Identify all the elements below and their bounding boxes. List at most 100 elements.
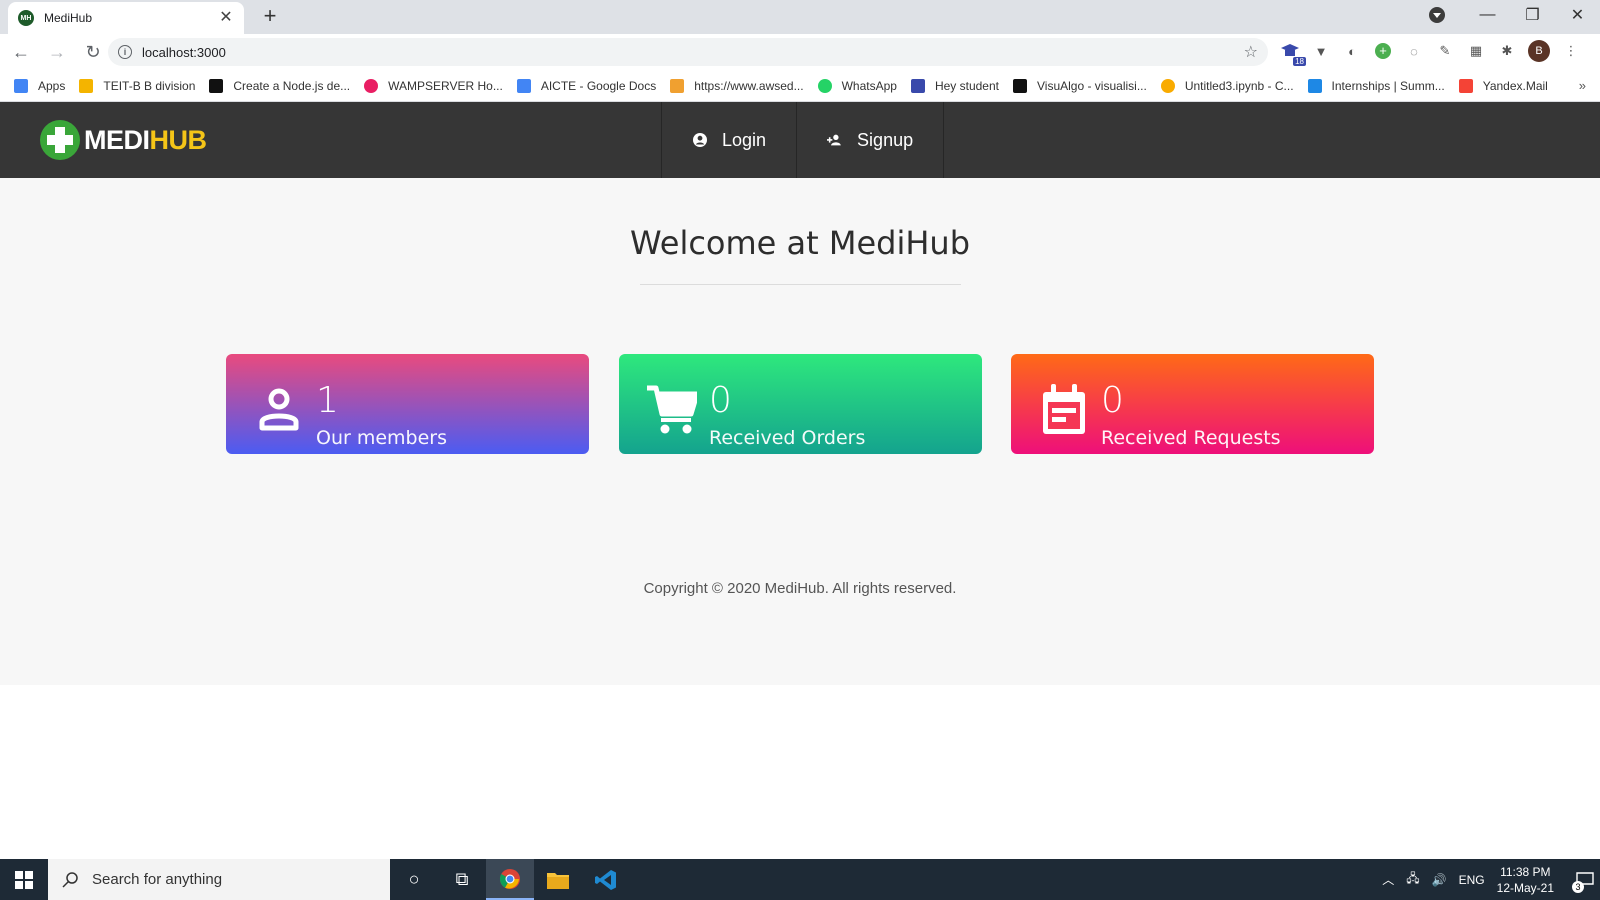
taskbar-search-box[interactable]: Search for anything [48,859,390,900]
bookmark-item[interactable]: Create a Node.js de... [209,78,350,93]
browser-tab[interactable]: MH MediHub ✕ [8,2,244,34]
members-label: Our members [316,427,448,449]
tab-search-icon[interactable] [1429,7,1445,23]
mail-icon [1458,78,1473,93]
clock-date: 12-May-21 [1496,880,1554,895]
bookmark-item[interactable]: Internships | Summ... [1307,78,1445,93]
orders-label: Received Orders [709,427,866,449]
volume-icon[interactable]: 🔊 [1432,873,1447,887]
bookmark-item[interactable]: Untitled3.ipynb - C... [1160,78,1294,93]
extensions-puzzle-icon[interactable]: ✱ [1497,41,1517,61]
user-plus-icon [827,132,843,148]
bookmark-item[interactable]: https://www.awsed... [670,78,804,93]
members-count: 1 [316,380,339,421]
members-card: 1 Our members [226,354,589,454]
more-bookmarks-chevron-icon[interactable]: » [1579,78,1586,93]
forms-icon [910,78,925,93]
extension-badge: 18 [1293,57,1306,66]
classroom-icon [79,78,94,93]
bookmark-item[interactable]: Apps [14,78,66,93]
system-tray: ︿ 🖧 🔊 ENG 11:38 PM 12-May-21 3 [1382,859,1600,900]
browser-menu-icon[interactable]: ⋮ [1561,41,1581,61]
cortana-icon[interactable]: ○ [390,859,438,900]
site-info-icon[interactable]: i [118,45,132,59]
bookmark-label: TEIT-B B division [103,78,196,93]
package-icon [670,78,685,93]
search-placeholder: Search for anything [92,871,223,888]
extension-vuetify-icon[interactable]: ▼ [1311,41,1331,61]
vscode-icon[interactable] [582,859,630,900]
google-docs-icon [516,78,531,93]
whatsapp-icon [817,78,832,93]
file-explorer-icon[interactable] [534,859,582,900]
bookmark-label: https://www.awsed... [694,78,804,93]
bookmark-item[interactable]: Yandex.Mail [1458,78,1548,93]
back-arrow-icon[interactable]: ← [6,37,36,67]
wampserver-icon [364,78,379,93]
minimize-button[interactable]: — [1465,0,1510,30]
bookmark-star-icon[interactable]: ☆ [1244,42,1258,62]
signup-label: Signup [857,129,914,150]
task-view-icon[interactable]: ⧉ [438,859,486,900]
main-content: Welcome at MediHub 1 Our members 0 Recei… [0,178,1600,685]
bookmark-label: AICTE - Google Docs [540,78,657,93]
apps-grid-icon [14,78,28,93]
colab-icon [1160,78,1175,93]
extension-graduation-cap-icon[interactable]: 18 [1280,41,1306,66]
chevron-up-icon[interactable]: ︿ [1382,871,1394,888]
bookmark-item[interactable]: TEIT-B B division [79,78,196,93]
medical-cross-icon [40,120,80,160]
restore-button[interactable]: ❐ [1510,0,1555,30]
bookmark-item[interactable]: AICTE - Google Docs [516,78,657,93]
network-icon[interactable]: 🖧 [1406,869,1419,890]
cart-icon [647,385,697,434]
close-window-button[interactable]: ✕ [1555,0,1600,30]
notification-center-icon[interactable]: 3 [1570,859,1600,900]
copyright-footer: Copyright © 2020 MediHub. All rights res… [643,580,957,597]
bookmark-item[interactable]: VisuAlgo - visualisi... [1013,78,1147,93]
bookmark-label: WhatsApp [841,78,897,93]
internshala-icon [1307,78,1322,93]
taskbar-clock[interactable]: 11:38 PM 12-May-21 [1497,864,1554,896]
signup-link[interactable]: Signup [797,102,945,178]
logo-text-hub: HUB [149,124,208,155]
browser-tabstrip: MH MediHub ✕ + — ❐ ✕ [0,0,1600,34]
bookmark-site-icon [209,78,224,93]
extension-dark-mode-icon[interactable]: ◐ [1342,41,1362,61]
page-title: Welcome at MediHub [629,224,971,262]
nav-menu: Login Signup [661,102,945,178]
url-text[interactable]: localhost:3000 [142,45,1244,60]
browser-toolbar: ← → ↻ i localhost:3000 ☆ 18 ▼ ◐ + ◌ ✎ ▦ … [0,34,1600,70]
page-viewport: MEDIHUB Login Signup Welcome at MediHub [0,102,1600,859]
bookmark-label: Untitled3.ipynb - C... [1184,78,1294,93]
medihub-favicon-icon: MH [18,10,34,26]
orders-count: 0 [709,380,732,421]
windows-start-icon[interactable] [0,859,48,900]
language-indicator[interactable]: ENG [1459,873,1485,887]
bookmark-label: Apps [38,78,66,93]
extension-eyedropper-icon[interactable]: ✎ [1435,41,1455,61]
medihub-logo[interactable]: MEDIHUB [40,120,207,160]
windows-taskbar: Search for anything ○ ⧉ ︿ 🖧 🔊 ENG 11:38 … [0,859,1600,900]
reload-icon[interactable]: ↻ [78,37,108,67]
tab-title: MediHub [44,11,93,25]
bookmark-item[interactable]: WAMPSERVER Ho... [364,78,503,93]
bookmark-label: Internships | Summ... [1331,78,1445,93]
title-divider [640,284,961,285]
extension-timer-icon[interactable]: ◌ [1404,41,1424,61]
profile-avatar[interactable]: B [1528,40,1550,62]
forward-arrow-icon[interactable]: → [42,37,72,67]
extension-green-plus-icon[interactable]: + [1373,41,1393,61]
bookmark-item[interactable]: Hey student [910,78,999,93]
address-bar[interactable]: i localhost:3000 ☆ [108,38,1268,66]
login-label: Login [722,129,767,150]
chrome-taskbar-icon[interactable] [486,859,534,900]
window-controls: — ❐ ✕ [1429,0,1600,30]
close-tab-icon[interactable]: ✕ [218,10,234,26]
clock-time: 11:38 PM [1500,864,1551,879]
new-tab-button[interactable]: + [258,4,282,28]
bookmark-item[interactable]: WhatsApp [817,78,897,93]
extension-grid-icon[interactable]: ▦ [1466,41,1486,61]
login-link[interactable]: Login [662,102,798,178]
bookmarks-bar: Apps TEIT-B B division Create a Node.js … [0,70,1600,102]
